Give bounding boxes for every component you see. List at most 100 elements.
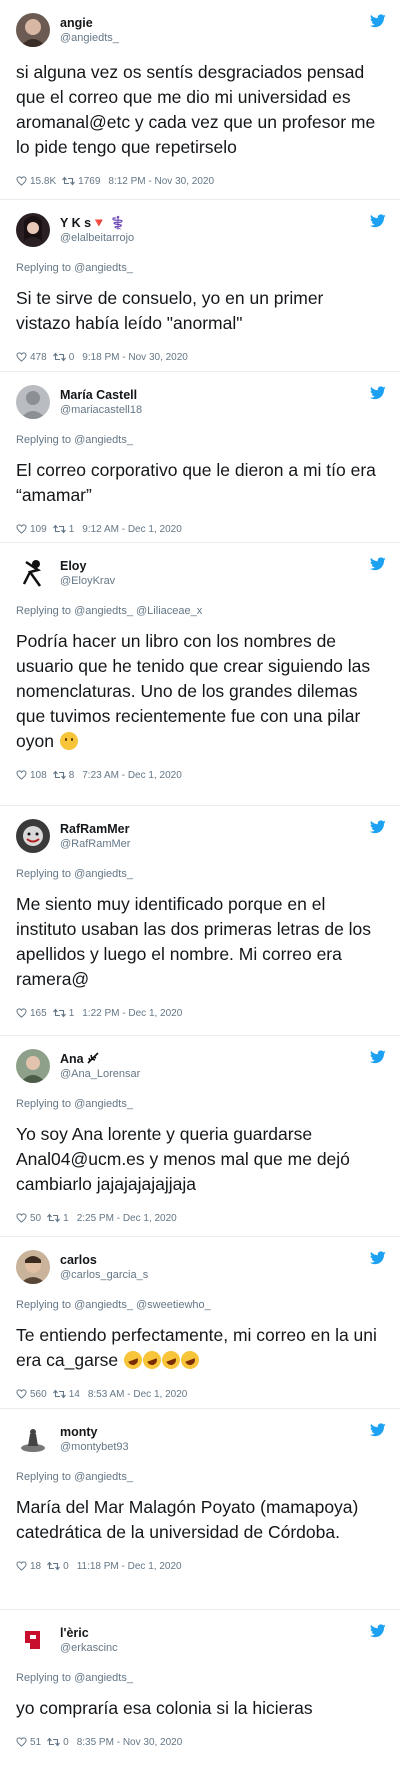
author-handle[interactable]: @Ana_Lorensar: [60, 1067, 140, 1081]
like-heart-icon[interactable]: [16, 176, 27, 186]
avatar[interactable]: [16, 13, 50, 47]
like-heart-icon[interactable]: [16, 1561, 27, 1571]
retweet-icon[interactable]: [52, 352, 66, 362]
retweet-count: 0: [68, 351, 75, 363]
tweet-card[interactable]: Ana @Ana_Lorensar Replying to @angiedts_…: [0, 1036, 400, 1237]
retweet-count: 0: [63, 1560, 69, 1572]
like-heart-icon[interactable]: [16, 352, 27, 362]
author-name[interactable]: angie: [60, 16, 119, 30]
tweet-card[interactable]: María Castell @mariacastell18 Replying t…: [0, 372, 400, 543]
author-name[interactable]: Ana: [60, 1052, 140, 1066]
timestamp[interactable]: 1:22 PM - Dec 1, 2020: [82, 1008, 182, 1019]
retweet-count: 1: [68, 1007, 75, 1019]
like-count: 560: [30, 1388, 47, 1400]
like-heart-icon[interactable]: [16, 1389, 27, 1399]
timestamp[interactable]: 9:18 PM - Nov 30, 2020: [82, 352, 188, 363]
tweet-card[interactable]: l'èric @erkascinc Replying to @angiedts_…: [0, 1610, 400, 1772]
reply-context[interactable]: Replying to @angiedts_ @sweetiewho_: [16, 1299, 382, 1311]
reply-context[interactable]: Replying to @angiedts_: [16, 434, 382, 446]
like-heart-icon[interactable]: [16, 1737, 27, 1747]
avatar[interactable]: [16, 1422, 50, 1456]
twitter-bird-icon: [370, 1624, 386, 1638]
author-name[interactable]: RafRamMer: [60, 822, 130, 836]
timestamp[interactable]: 7:23 AM - Dec 1, 2020: [82, 770, 182, 781]
timestamp[interactable]: 8:12 PM - Nov 30, 2020: [108, 176, 214, 187]
tweet-text: María del Mar Malagón Poyato (mamapoya) …: [16, 1497, 359, 1542]
reply-context[interactable]: Replying to @angiedts_: [16, 262, 382, 274]
like-heart-icon[interactable]: [16, 524, 27, 534]
retweet-count: 0: [63, 1736, 69, 1748]
tweet-meta: 51 0 8:35 PM - Nov 30, 2020: [16, 1735, 382, 1749]
twitter-bird-icon: [370, 14, 386, 28]
twitter-bird-icon: [370, 214, 386, 228]
timestamp[interactable]: 9:12 AM - Dec 1, 2020: [82, 524, 182, 535]
retweet-icon[interactable]: [52, 770, 66, 780]
avatar[interactable]: [16, 213, 50, 247]
retweet-count: 1: [63, 1212, 69, 1224]
author-handle[interactable]: @EloyKrav: [60, 574, 115, 588]
reply-context[interactable]: Replying to @angiedts_: [16, 1471, 382, 1483]
tweet-text: yo compraría esa colonia si la hicieras: [16, 1698, 313, 1718]
reply-context[interactable]: Replying to @angiedts_ @Liliaceae_x: [16, 605, 382, 617]
avatar[interactable]: [16, 385, 50, 419]
retweet-icon[interactable]: [62, 176, 76, 186]
timestamp[interactable]: 8:53 AM - Dec 1, 2020: [88, 1389, 188, 1400]
author-name[interactable]: monty: [60, 1425, 129, 1439]
rofl-emoji-icon: [178, 1348, 202, 1372]
like-count: 109: [30, 523, 47, 535]
retweet-icon[interactable]: [52, 1389, 66, 1399]
avatar[interactable]: [16, 1623, 50, 1657]
author-name[interactable]: Y K s🔻 ⚕️: [60, 216, 134, 230]
retweet-icon[interactable]: [47, 1737, 61, 1747]
author-handle[interactable]: @angiedts_: [60, 31, 119, 45]
author-handle[interactable]: @erkascinc: [60, 1641, 118, 1655]
avatar[interactable]: [16, 819, 50, 853]
timestamp[interactable]: 8:35 PM - Nov 30, 2020: [77, 1737, 183, 1748]
tweet-meta: 560 14 8:53 AM - Dec 1, 2020: [16, 1387, 382, 1401]
retweet-count: 8: [68, 769, 75, 781]
like-count: 108: [30, 769, 47, 781]
retweet-count: 14: [68, 1388, 80, 1400]
author-name[interactable]: l'èric: [60, 1626, 118, 1640]
rofl-emoji-icon: [159, 1348, 183, 1372]
author-handle[interactable]: @mariacastell18: [60, 403, 142, 417]
author-name[interactable]: carlos: [60, 1253, 148, 1267]
timestamp[interactable]: 11:18 PM - Dec 1, 2020: [77, 1561, 182, 1572]
author-handle[interactable]: @RafRamMer: [60, 837, 130, 851]
reply-context[interactable]: Replying to @angiedts_: [16, 868, 382, 880]
tweet-card[interactable]: monty @montybet93 Replying to @angiedts_…: [0, 1409, 400, 1610]
tweet-card[interactable]: angie @angiedts_ si alguna vez os sentís…: [0, 0, 400, 200]
author-handle[interactable]: @carlos_garcia_s: [60, 1268, 148, 1282]
retweet-icon[interactable]: [52, 1008, 66, 1018]
twitter-bird-icon: [370, 557, 386, 571]
confused-face-emoji-icon: [59, 732, 78, 750]
author-handle[interactable]: @elalbeitarrojo: [60, 231, 134, 245]
reply-context[interactable]: Replying to @angiedts_: [16, 1672, 382, 1684]
retweet-count: 1769: [78, 175, 101, 187]
like-heart-icon[interactable]: [16, 1213, 27, 1223]
like-heart-icon[interactable]: [16, 770, 27, 780]
tweet-meta: 15.8K 1769 8:12 PM - Nov 30, 2020: [16, 174, 382, 188]
twitter-bird-icon: [370, 820, 386, 834]
author-name[interactable]: María Castell: [60, 388, 142, 402]
retweet-icon[interactable]: [47, 1213, 61, 1223]
retweet-icon[interactable]: [47, 1561, 61, 1571]
tweet-meta: 165 1 1:22 PM - Dec 1, 2020: [16, 1006, 382, 1020]
tweet-card[interactable]: Y K s🔻 ⚕️ @elalbeitarrojo Replying to @a…: [0, 200, 400, 372]
leaf-icon: [87, 1051, 99, 1064]
author-name[interactable]: Eloy: [60, 559, 115, 573]
avatar[interactable]: [16, 1250, 50, 1284]
twitter-bird-icon: [370, 1251, 386, 1265]
reply-context[interactable]: Replying to @angiedts_: [16, 1098, 382, 1110]
tweet-card[interactable]: carlos @carlos_garcia_s Replying to @ang…: [0, 1237, 400, 1409]
author-handle[interactable]: @montybet93: [60, 1440, 129, 1454]
tweet-card[interactable]: RafRamMer @RafRamMer Replying to @angied…: [0, 806, 400, 1036]
avatar[interactable]: [16, 556, 50, 590]
avatar[interactable]: [16, 1049, 50, 1083]
like-heart-icon[interactable]: [16, 1008, 27, 1018]
like-count: 165: [30, 1007, 47, 1019]
timestamp[interactable]: 2:25 PM - Dec 1, 2020: [77, 1213, 177, 1224]
tweet-card[interactable]: Eloy @EloyKrav Replying to @angiedts_ @L…: [0, 543, 400, 806]
tweet-text: Yo soy Ana lorente y queria guardarse An…: [16, 1124, 350, 1194]
retweet-icon[interactable]: [52, 524, 66, 534]
